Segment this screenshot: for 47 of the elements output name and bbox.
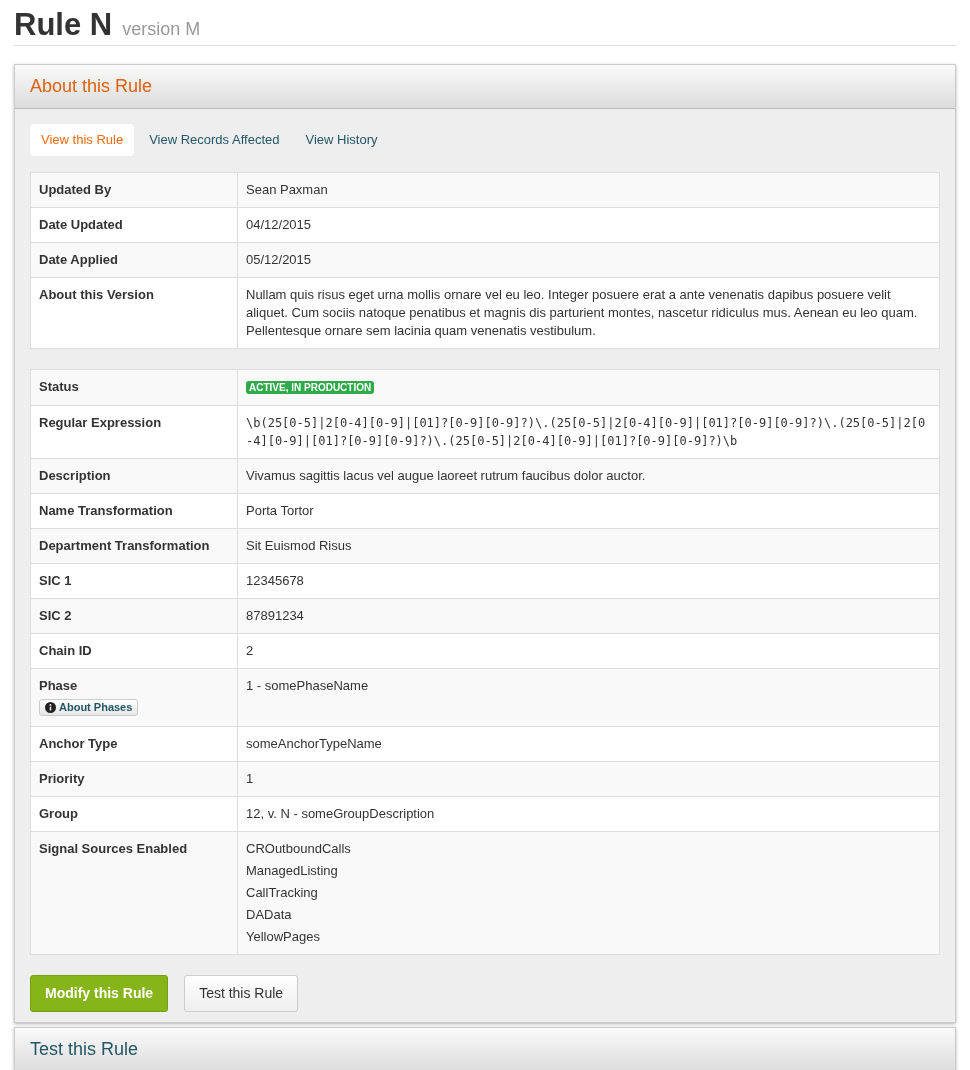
row-label: Anchor Type <box>31 726 238 761</box>
row-value: \b(25[0-5]|2[0-4][0-9]|[01]?[0-9][0-9]?)\.(25[0-5]|2[0-4][0-9]|[01]?[0-9][0-9]?)\.(25[0-5]|2[0-4][0-9]|[01]?[0-9][0-9]?)\.(25[0-5]|2[0-4][0-9]|[01]?[0-9][0-9]?)\b <box>245 414 927 450</box>
row-value: Sean Paxman <box>245 180 329 199</box>
tab[interactable]: View History <box>294 124 389 156</box>
row-label: Status <box>31 369 238 405</box>
row-value: someAnchorTypeName <box>245 734 383 753</box>
row-label: Updated By <box>31 172 238 207</box>
row-label: SIC 2 <box>31 598 238 633</box>
row-value: 12345678 <box>245 571 305 590</box>
panel-header: About this Rule <box>15 65 955 110</box>
row-value: 04/12/2015 <box>245 215 313 234</box>
row-label: Regular Expression <box>31 405 238 458</box>
row-value: 87891234 <box>245 606 305 625</box>
row-value: Nullam quis risus eget urna mollis ornare vel eu leo. Integer posuere erat a ante venenatis dapibus posuere velit aliquet. Cum sociis natoque penatibus et magnis dis parturient montes, nascetur ridiculus mus. Aenean eu leo quam. Pellentesque ornare sem lacinia quam venenatis vestibulum. <box>245 285 919 340</box>
info-icon <box>45 701 56 713</box>
row-label: About this Version <box>31 277 238 348</box>
row-value: 05/12/2015 <box>245 250 313 269</box>
row-label: Name Transformation <box>31 493 238 528</box>
row-value: 1 <box>245 769 255 788</box>
row-label: Date Updated <box>31 207 238 242</box>
row-label: Phase <box>39 676 79 695</box>
row-value: 2 <box>245 641 255 660</box>
row-label: Department Transformation <box>31 528 238 563</box>
row-label: Chain ID <box>31 633 238 668</box>
row-label: SIC 1 <box>31 563 238 598</box>
tab[interactable]: View Records Affected <box>138 124 291 156</box>
row-value: Vivamus sagittis lacus vel augue laoreet rutrum faucibus dolor auctor. <box>245 466 647 485</box>
panel-header[interactable]: Test this Rule <box>15 1027 955 1070</box>
row-value: Porta Tortor <box>245 501 315 520</box>
version-label: version M <box>122 18 201 41</box>
list-item: ManagedListing <box>246 861 339 880</box>
list-item: CROutboundCalls <box>246 839 352 858</box>
list-item: CallTracking <box>246 883 319 902</box>
row-label: Date Applied <box>31 242 238 277</box>
list-item: YellowPages <box>246 927 321 946</box>
status-badge: ACTIVE, IN PRODUCTION <box>246 380 375 394</box>
list-item: DAData <box>246 905 293 924</box>
row-value: 12, v. N - someGroupDescription <box>245 804 436 823</box>
row-label: Group <box>31 796 238 831</box>
page-title: Rule N <box>14 6 113 44</box>
row-label: Description <box>31 458 238 493</box>
row-value: Sit Euismod Risus <box>245 536 353 555</box>
row-value: 1 - somePhaseName <box>245 676 370 695</box>
help-button[interactable]: About Phases <box>39 698 139 716</box>
test-button[interactable]: Test this Rule <box>184 974 299 1012</box>
row-label: Signal Sources Enabled <box>31 831 238 954</box>
row-label: Priority <box>31 761 238 796</box>
